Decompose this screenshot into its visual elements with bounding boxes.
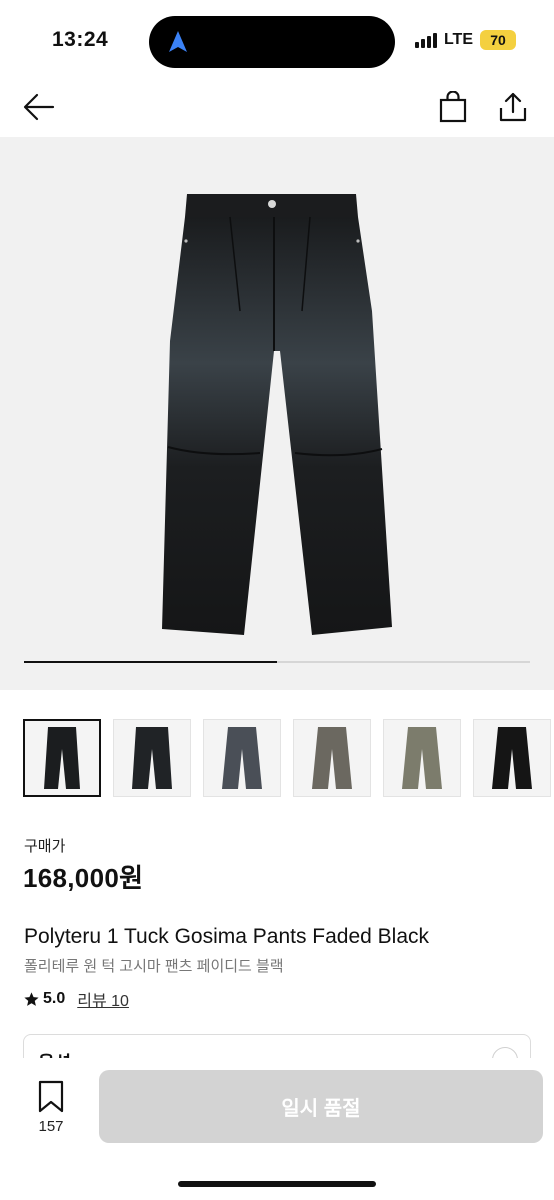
review-link[interactable]: 리뷰 10: [77, 987, 129, 1011]
product-image-gallery[interactable]: [0, 137, 554, 690]
thumbnail-image: [222, 727, 262, 789]
dynamic-island: [149, 16, 395, 68]
network-label: LTE: [443, 31, 473, 48]
thumbnail-5[interactable]: [383, 719, 461, 797]
thumbnail-image: [312, 727, 352, 789]
thumbnail-1[interactable]: [23, 719, 101, 797]
share-icon: [499, 92, 527, 122]
thumbnail-strip: [23, 719, 554, 799]
gallery-progress-fill: [24, 661, 277, 663]
arrow-left-icon: [23, 93, 55, 121]
price-label: 구매가: [24, 838, 66, 855]
battery-icon: 70: [480, 30, 516, 50]
home-indicator: [178, 1181, 376, 1187]
thumbnail-image: [44, 727, 80, 789]
sold-out-button[interactable]: 일시 품절: [99, 1070, 543, 1143]
rating-row: 5.0 리뷰 10: [23, 987, 129, 1011]
shopping-bag-icon: [439, 91, 467, 123]
thumbnail-image: [492, 727, 532, 789]
product-subtitle: 폴리테루 원 턱 고시마 팬츠 페이디드 블랙: [24, 958, 284, 975]
status-time: 13:24: [52, 28, 109, 51]
thumbnail-6[interactable]: [473, 719, 551, 797]
navigation-arrow-icon: [169, 31, 187, 52]
signal-icon: [414, 32, 437, 48]
bottom-action-bar: 157 일시 품절: [0, 1058, 554, 1200]
share-button[interactable]: [496, 90, 530, 124]
wishlist-button[interactable]: 157: [30, 1080, 72, 1160]
thumbnail-image: [402, 727, 442, 789]
thumbnail-4[interactable]: [293, 719, 371, 797]
status-bar: 13:24 LTE 70: [0, 0, 554, 80]
product-image: [162, 194, 392, 635]
thumbnail-2[interactable]: [113, 719, 191, 797]
cart-button[interactable]: [436, 90, 470, 124]
app-header: [0, 80, 554, 136]
status-indicators: LTE 70: [414, 30, 516, 50]
wishlist-count: 157: [38, 1118, 64, 1135]
bookmark-icon: [38, 1080, 64, 1113]
gallery-progress: [24, 661, 530, 663]
star-icon: [24, 991, 39, 1006]
back-button[interactable]: [22, 90, 56, 124]
rating-value: 5.0: [43, 990, 66, 1007]
price: 168,000원: [23, 863, 144, 893]
thumbnail-image: [132, 727, 172, 789]
thumbnail-3[interactable]: [203, 719, 281, 797]
product-title: Polyteru 1 Tuck Gosima Pants Faded Black: [24, 925, 430, 948]
